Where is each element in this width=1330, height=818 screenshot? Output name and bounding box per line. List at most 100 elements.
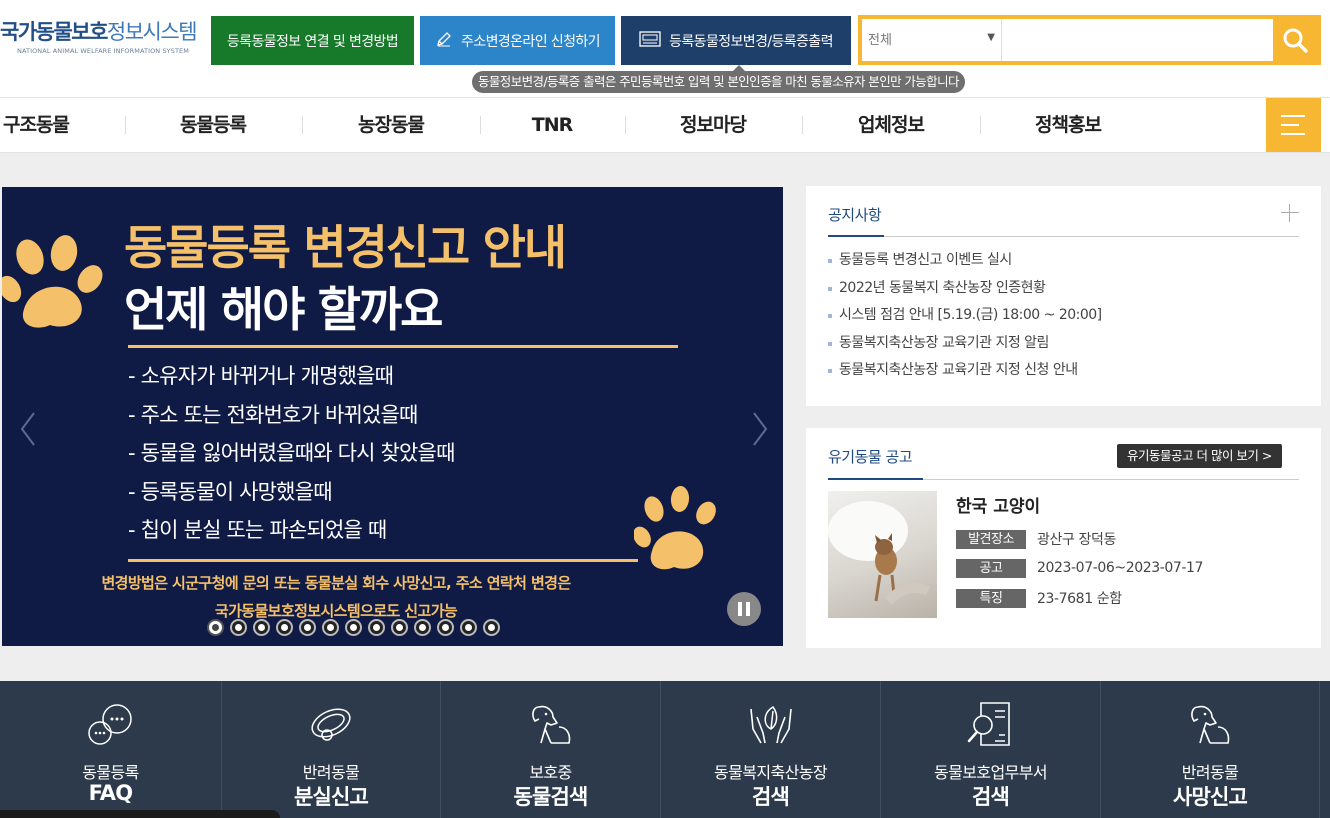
banner-dot[interactable] — [437, 619, 454, 636]
banner-dot[interactable] — [299, 619, 316, 636]
banner-list-item: - 소유자가 바뀌거나 개명했을때 — [128, 364, 394, 388]
chevron-right-icon — [753, 412, 768, 446]
banner-dot[interactable] — [345, 619, 362, 636]
search-input[interactable] — [1004, 19, 1272, 61]
banner-title: 동물등록 변경신고 안내 — [124, 221, 567, 276]
banner-pagination — [207, 619, 506, 639]
banner-list-item: - 동물을 잃어버렸을때와 다시 찾았을때 — [128, 441, 455, 465]
pet-info-label: 발견장소 — [956, 529, 1026, 549]
banner-dot[interactable] — [207, 619, 224, 636]
quick-link-title: 분실신고 — [293, 785, 369, 809]
pet-photo[interactable] — [828, 491, 937, 618]
banner-pause-button[interactable] — [727, 592, 761, 626]
notice-item[interactable]: 동물복지축산농장 교육기관 지정 신청 안내 — [828, 357, 1102, 385]
pet-info-label: 특징 — [956, 588, 1026, 608]
search-button[interactable] — [1273, 19, 1317, 61]
banner-dot[interactable] — [460, 619, 477, 636]
logo-subtitle: NATIONAL ANIMAL WELFARE INFORMATION SYST… — [17, 47, 189, 55]
banner-dot[interactable] — [322, 619, 339, 636]
lost-animal-panel: 유기동물 공고 유기동물공고 더 많이 보기 > 한국 고양이 발견장소 광산구… — [806, 428, 1321, 648]
nav-divider — [625, 116, 626, 134]
banner-next-button[interactable] — [750, 409, 770, 449]
banner-dot[interactable] — [391, 619, 408, 636]
pet-info-value: 23-7681 순함 — [1037, 591, 1122, 607]
document-search-icon — [967, 702, 1010, 746]
banner-divider — [128, 345, 678, 348]
panel-divider — [828, 236, 1299, 237]
search-box: 전체 ▼ — [858, 15, 1321, 65]
notice-more-icon[interactable] — [1281, 204, 1299, 222]
paw-icon — [634, 486, 716, 570]
pet-info-value: 광산구 장덕동 — [1037, 532, 1116, 548]
banner-dot[interactable] — [368, 619, 385, 636]
menu-button[interactable] — [1266, 98, 1321, 152]
link-info-button[interactable]: 등록동물정보 연결 및 변경방법 — [211, 16, 414, 65]
main-banner[interactable]: 동물등록 변경신고 안내 언제 해야 할까요 - 소유자가 바뀌거나 개명했을때… — [2, 187, 783, 646]
nav-divider — [125, 116, 126, 134]
quick-link-label: 반려동물 — [302, 763, 360, 782]
nav-item-business[interactable]: 업체정보 — [828, 98, 954, 152]
banner-dot[interactable] — [230, 619, 247, 636]
site-header: 국가동물보호정보시스템 NATIONAL ANIMAL WELFARE INFO… — [0, 0, 1330, 97]
quick-link-label: 반려동물 — [1181, 763, 1239, 782]
nav-item-policy[interactable]: 정책홍보 — [1005, 98, 1131, 152]
quick-link-department-search[interactable]: 동물보호업무부서 검색 — [881, 681, 1101, 818]
quick-link-lost-report[interactable]: 반려동물 분실신고 — [222, 681, 441, 818]
notice-item[interactable]: 동물등록 변경신고 이벤트 실시 — [828, 247, 1102, 275]
banner-dot[interactable] — [483, 619, 500, 636]
lost-animal-more-button[interactable]: 유기동물공고 더 많이 보기 > — [1117, 444, 1282, 468]
notice-title[interactable]: 공지사항 — [828, 204, 882, 225]
nav-item-info[interactable]: 정보마당 — [650, 98, 776, 152]
info-change-button[interactable]: 등록동물정보변경/등록증출력 — [621, 16, 851, 65]
nav-item-registration[interactable]: 동물등록 — [150, 98, 276, 152]
paw-icon — [2, 235, 103, 328]
quick-link-welfare-farm[interactable]: 동물복지축산농장 검색 — [661, 681, 881, 818]
notice-item[interactable]: 2022년 동물복지 축산농장 인증현황 — [828, 275, 1102, 303]
quick-link-protected-search[interactable]: 보호중 동물검색 — [441, 681, 661, 818]
address-change-button[interactable]: 주소변경온라인 신청하기 — [420, 16, 615, 65]
nav-item-tnr[interactable]: TNR — [500, 98, 604, 152]
panel-divider-accent — [828, 235, 884, 237]
search-category-select[interactable]: 전체 ▼ — [862, 19, 1002, 61]
pet-info-value: 2023-07-06~2023-07-17 — [1037, 560, 1204, 576]
notice-panel: 공지사항 동물등록 변경신고 이벤트 실시 2022년 동물복지 축산농장 인증… — [806, 186, 1321, 406]
notice-item[interactable]: 동물복지축산농장 교육기관 지정 알림 — [828, 330, 1102, 358]
link-info-label: 등록동물정보 연결 및 변경방법 — [226, 33, 399, 50]
info-change-tooltip: 동물정보변경/등록증 출력은 주민등록번호 입력 및 본인인증을 마친 동물소유… — [472, 65, 965, 93]
pet-name[interactable]: 한국 고양이 — [956, 492, 1040, 517]
banner-dot[interactable] — [276, 619, 293, 636]
quick-link-faq[interactable]: 동물등록 FAQ — [0, 681, 222, 818]
cat-image — [828, 501, 931, 605]
logo-title: 국가동물보호정보시스템 — [0, 20, 198, 44]
quick-link-title: 검색 — [971, 785, 1010, 809]
panel-divider-accent — [828, 478, 923, 480]
quick-link-death-report[interactable]: 반려동물 사망신고 — [1101, 681, 1320, 818]
browser-status-bar — [0, 810, 280, 818]
nav-divider — [480, 116, 481, 134]
quick-link-label: 동물보호업무부서 — [934, 763, 1048, 782]
banner-note: 국가동물보호정보시스템으로도 신고가능 — [214, 602, 458, 620]
site-logo[interactable]: 국가동물보호정보시스템 NATIONAL ANIMAL WELFARE INFO… — [0, 20, 205, 60]
hands-leaf-icon — [749, 706, 792, 744]
collar-icon — [311, 708, 351, 741]
lost-animal-title[interactable]: 유기동물 공고 — [828, 446, 913, 467]
id-card-icon — [639, 30, 661, 52]
banner-prev-button[interactable] — [18, 409, 38, 449]
quick-links: 동물등록 FAQ 반려동물 분실신고 보호중 동물검색 동물복지축산농장 검색 — [0, 681, 1330, 818]
banner-dot[interactable] — [253, 619, 270, 636]
pet-info-row: 발견장소 광산구 장덕동 — [956, 529, 1116, 549]
banner-dot[interactable] — [414, 619, 431, 636]
search-icon — [1283, 28, 1308, 53]
hamburger-icon — [1281, 133, 1305, 135]
nav-item-farm[interactable]: 농장동물 — [328, 98, 454, 152]
pet-info-row: 특징 23-7681 순함 — [956, 588, 1122, 608]
nav-item-rescue[interactable]: 구조동물 — [0, 98, 72, 152]
notice-list: 동물등록 변경신고 이벤트 실시 2022년 동물복지 축산농장 인증현황 시스… — [828, 247, 1102, 385]
dog-icon — [531, 705, 570, 744]
banner-divider — [128, 559, 638, 562]
notice-item[interactable]: 시스템 점검 안내 [5.19.(금) 18:00 ~ 20:00] — [828, 302, 1102, 330]
quick-link-title: 검색 — [751, 785, 790, 809]
chat-bubbles-icon — [87, 704, 132, 745]
nav-divider — [980, 116, 981, 134]
quick-link-title: 사망신고 — [1172, 785, 1248, 809]
